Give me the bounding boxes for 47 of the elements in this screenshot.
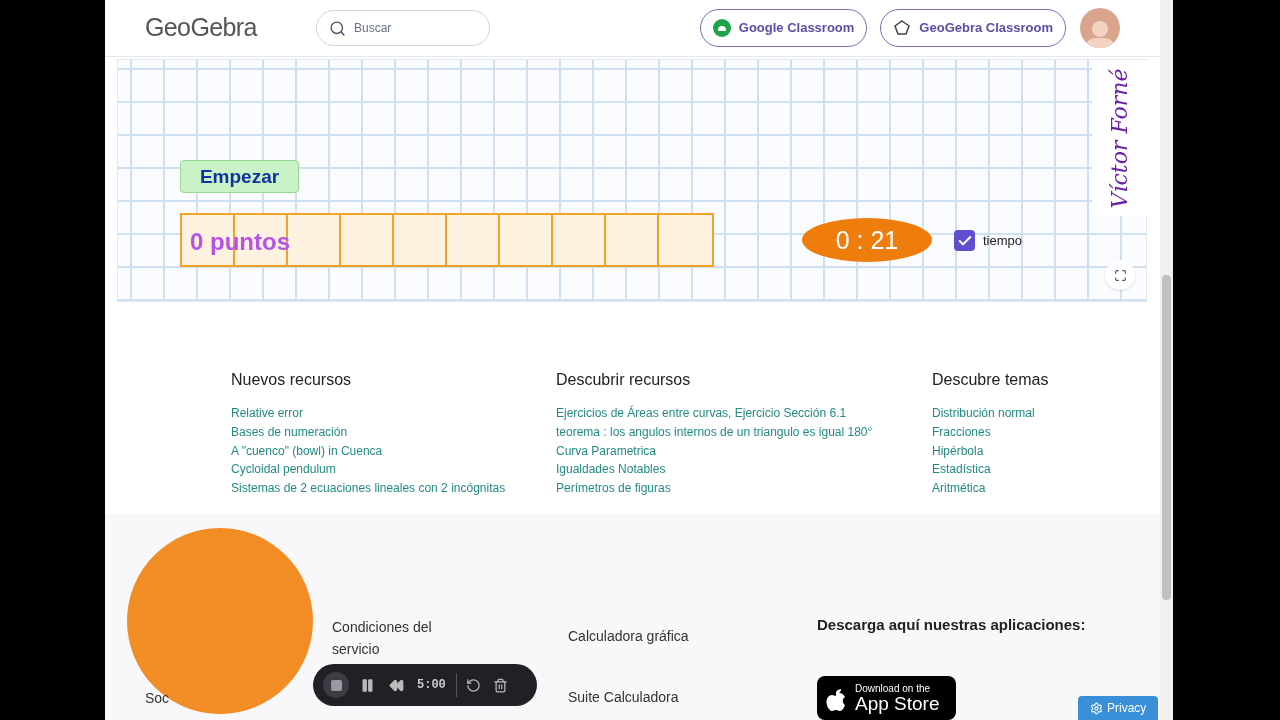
footer-link[interactable]: Soc xyxy=(145,689,170,706)
resource-link[interactable]: Perímetros de figuras xyxy=(556,479,932,498)
resource-link[interactable]: A "cuenco" (bowl) in Cuenca xyxy=(231,441,556,461)
start-button[interactable]: Empezar xyxy=(180,160,299,194)
resource-link[interactable]: Curva Parametrica xyxy=(556,441,932,461)
badge-title: App Store xyxy=(855,693,940,713)
classroom-icon xyxy=(712,19,731,38)
restart-icon xyxy=(466,677,482,693)
search-icon xyxy=(329,19,346,37)
resource-link[interactable]: Distribución normal xyxy=(932,404,1082,424)
pentagon-icon xyxy=(893,19,912,38)
recording-time: 5:00 xyxy=(417,677,446,694)
resource-link[interactable]: Igualdades Notables xyxy=(556,460,932,480)
checkbox-label: tiempo xyxy=(983,232,1023,251)
column-title: Nuevos recursos xyxy=(231,370,353,391)
download-title: Descarga aquí nuestras aplicaciones: xyxy=(817,614,1086,635)
column-title: Descubre temas xyxy=(932,370,1050,391)
column-title: Descubrir recursos xyxy=(556,370,692,391)
resource-link[interactable]: Ejercicios de Áreas entre curvas, Ejercicio Sección 6.1 xyxy=(556,404,932,424)
stop-button[interactable] xyxy=(323,672,349,698)
resource-link[interactable]: Bases de numeración xyxy=(231,423,556,442)
resource-link[interactable]: Fracciones xyxy=(932,423,1082,442)
privacy-button[interactable]: Privacy xyxy=(1078,696,1159,720)
logo[interactable]: GeoGebra xyxy=(145,9,315,47)
footer-link[interactable]: Suite Calculadora xyxy=(568,686,817,708)
signature: Víctor Forné xyxy=(1106,68,1134,209)
pause-icon xyxy=(359,677,375,693)
resource-link[interactable]: Estadística xyxy=(932,460,1082,480)
resource-link[interactable]: teorema : los angulos internos de un triangulo es igual 180° xyxy=(556,423,932,442)
resource-link[interactable]: Cycloidal pendulum xyxy=(231,460,556,480)
resource-link[interactable]: Hipérbola xyxy=(932,441,1082,461)
timer: 0 : 21 xyxy=(802,218,932,263)
badge-caption: Download on the xyxy=(855,683,932,694)
app-store-badge[interactable]: Download on the App Store xyxy=(817,676,956,720)
search-placeholder: Buscar xyxy=(354,20,392,38)
resource-link[interactable]: Sistemas de 2 ecuaciones lineales con 2 incógnitas xyxy=(231,479,556,498)
footer-link[interactable]: Calculadora gráfica xyxy=(568,625,817,647)
trash-icon xyxy=(493,677,509,693)
footer-link[interactable]: Condiciones del servicio xyxy=(332,615,472,660)
fullscreen-button[interactable] xyxy=(1105,260,1135,291)
gear-icon xyxy=(1090,701,1103,715)
resource-link[interactable]: Relative error xyxy=(231,404,556,424)
rewind-icon xyxy=(388,677,404,693)
time-checkbox[interactable] xyxy=(954,230,975,252)
stop-icon xyxy=(329,678,343,692)
fullscreen-icon xyxy=(1113,268,1127,282)
resource-link[interactable]: Aritmética xyxy=(932,479,1082,498)
